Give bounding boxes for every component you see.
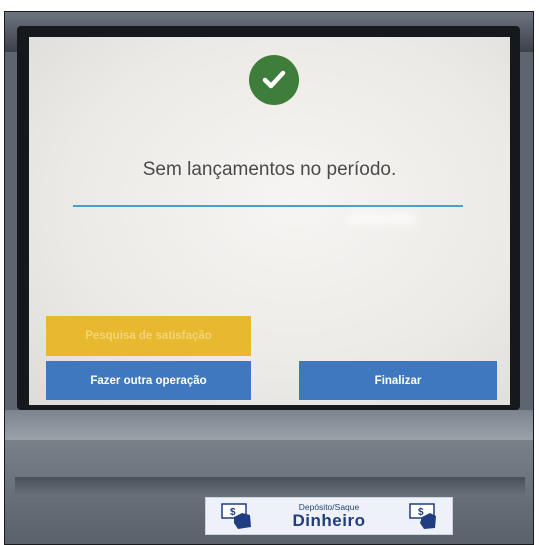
label-big-text: Dinheiro [292, 510, 366, 530]
cash-hand-icon: $ [409, 503, 436, 529]
status-message: Sem lançamentos no período. [142, 159, 397, 180]
svg-text:$: $ [230, 507, 236, 518]
check-circle-icon [249, 55, 299, 105]
deposit-withdraw-label: $ Depósito/Saque Dinheiro $ [205, 497, 453, 535]
screen-glare [347, 212, 417, 226]
other-operation-button[interactable]: Fazer outra operação [46, 361, 251, 400]
divider [73, 205, 463, 207]
survey-button[interactable]: Pesquisa de satisfação [46, 316, 251, 356]
atm-screen: Sem lançamentos no período. Pesquisa de … [29, 37, 510, 405]
cash-hand-icon: $ [221, 503, 251, 529]
atm-frame: Sem lançamentos no período. Pesquisa de … [4, 11, 534, 545]
cash-slot [15, 477, 525, 497]
finish-button[interactable]: Finalizar [299, 361, 497, 400]
atm-ledge [5, 410, 533, 440]
svg-text:$: $ [418, 507, 424, 518]
